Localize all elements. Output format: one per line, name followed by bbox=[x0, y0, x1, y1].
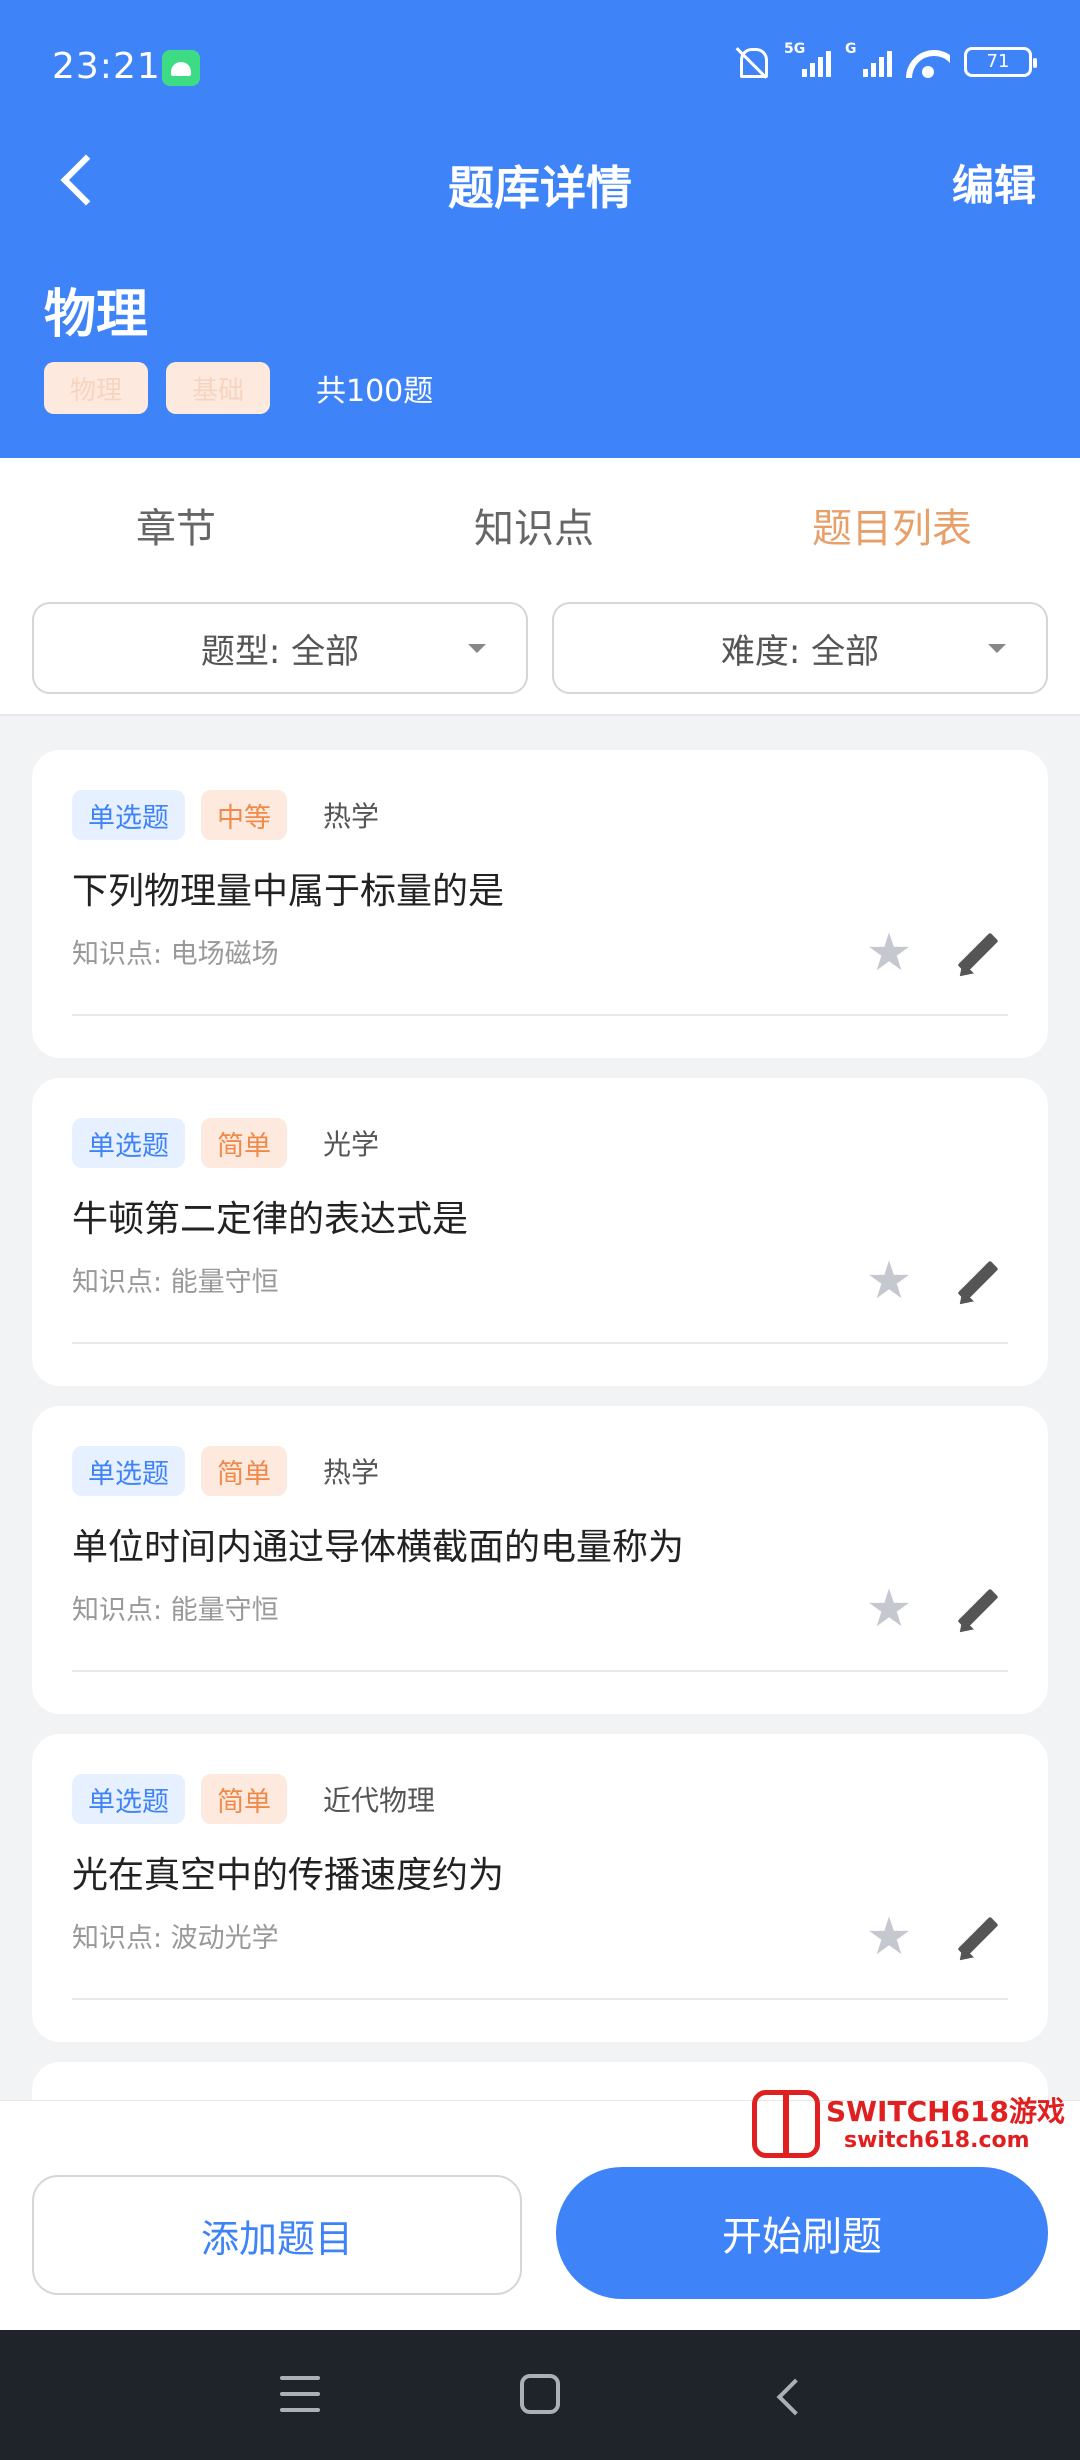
knowledge-point: 知识点: 电场磁场 bbox=[72, 939, 279, 970]
type-badge: 单选题 bbox=[72, 1774, 185, 1824]
question-text: 牛顿第二定律的表达式是 bbox=[72, 1199, 469, 1240]
question-card[interactable]: 单选题 简单 近代物理 光在真空中的传播速度约为 知识点: 波动光学 ★ bbox=[32, 1734, 1048, 2042]
nav-row: 题库详情 编辑 bbox=[0, 130, 1080, 226]
switch-logo-icon bbox=[752, 2090, 820, 2158]
caret-down-icon bbox=[988, 644, 1006, 653]
bank-tags: 物理 基础 共100题 bbox=[44, 362, 433, 414]
edit-pencil-icon[interactable] bbox=[952, 1914, 1002, 1964]
add-question-button[interactable]: 添加题目 bbox=[32, 2175, 522, 2295]
question-list: 单选题 中等 热学 下列物理量中属于标量的是 知识点: 电场磁场 ★ 单选题 简… bbox=[0, 718, 1080, 2100]
bank-tag: 物理 bbox=[44, 362, 148, 414]
bank-title: 物理 bbox=[44, 285, 149, 345]
question-text: 单位时间内通过导体横截面的电量称为 bbox=[72, 1527, 685, 1568]
edit-button[interactable]: 编辑 bbox=[952, 152, 1036, 213]
tab-question-list[interactable]: 题目列表 bbox=[812, 496, 972, 554]
subject-label: 热学 bbox=[323, 800, 380, 833]
header: 23:21 5G G 71 题库详情 编辑 物理 物理 基础 共100题 bbox=[0, 0, 1080, 458]
system-nav-bar bbox=[0, 2330, 1080, 2460]
question-tags: 单选题 简单 近代物理 bbox=[72, 1774, 435, 1824]
subject-label: 光学 bbox=[323, 1128, 380, 1161]
tab-chapters[interactable]: 章节 bbox=[136, 496, 216, 554]
android-icon bbox=[162, 50, 200, 86]
bell-off-icon bbox=[734, 44, 770, 80]
tab-knowledge-points[interactable]: 知识点 bbox=[474, 496, 594, 554]
star-icon[interactable]: ★ bbox=[864, 927, 914, 979]
edit-pencil-icon[interactable] bbox=[952, 930, 1002, 980]
question-card[interactable]: 单选题 简单 热学 单位时间内通过导体横截面的电量称为 知识点: 能量守恒 ★ bbox=[32, 1406, 1048, 1714]
question-tags: 单选题 简单 热学 bbox=[72, 1446, 379, 1496]
type-badge: 单选题 bbox=[72, 790, 185, 840]
question-text: 光在真空中的传播速度约为 bbox=[72, 1855, 505, 1896]
star-icon[interactable]: ★ bbox=[864, 1583, 914, 1635]
signal-5g-label: 5G bbox=[784, 41, 806, 57]
bank-tag: 基础 bbox=[166, 362, 270, 414]
difficulty-badge: 简单 bbox=[201, 1446, 287, 1496]
difficulty-badge: 简单 bbox=[201, 1118, 287, 1168]
type-filter-label: 题型: 全部 bbox=[200, 631, 360, 672]
difficulty-badge: 中等 bbox=[201, 790, 287, 840]
signal-g-icon: G bbox=[845, 41, 892, 77]
type-badge: 单选题 bbox=[72, 1118, 185, 1168]
difficulty-filter-label: 难度: 全部 bbox=[720, 631, 880, 672]
status-icons: 5G G 71 bbox=[734, 41, 1037, 80]
question-text: 下列物理量中属于标量的是 bbox=[72, 871, 505, 912]
wifi-icon bbox=[906, 46, 950, 78]
question-card[interactable]: 单选题 简单 光学 牛顿第二定律的表达式是 知识点: 能量守恒 ★ bbox=[32, 1078, 1048, 1386]
menu-icon[interactable] bbox=[280, 2376, 320, 2412]
question-count: 共100题 bbox=[316, 374, 434, 409]
watermark: SWITCH618游戏 switch618.com bbox=[752, 2090, 1065, 2160]
subject-label: 热学 bbox=[323, 1456, 380, 1489]
watermark-title: SWITCH618游戏 bbox=[826, 2095, 1065, 2128]
edit-pencil-icon[interactable] bbox=[952, 1258, 1002, 1308]
type-filter-dropdown[interactable]: 题型: 全部 bbox=[32, 602, 528, 694]
watermark-url: switch618.com bbox=[844, 2128, 1030, 2153]
status-time: 23:21 bbox=[52, 46, 161, 87]
divider bbox=[72, 1342, 1008, 1344]
home-icon[interactable] bbox=[520, 2374, 560, 2414]
status-bar: 23:21 5G G 71 bbox=[0, 0, 1080, 130]
edit-pencil-icon[interactable] bbox=[952, 1586, 1002, 1636]
question-tags: 单选题 简单 光学 bbox=[72, 1118, 379, 1168]
signal-5g-icon: 5G bbox=[784, 41, 831, 77]
battery-icon: 71 bbox=[964, 47, 1037, 77]
knowledge-point: 知识点: 能量守恒 bbox=[72, 1267, 279, 1298]
knowledge-point: 知识点: 能量守恒 bbox=[72, 1595, 279, 1626]
difficulty-badge: 简单 bbox=[201, 1774, 287, 1824]
tabs-area: 章节 知识点 题目列表 题型: 全部 难度: 全部 bbox=[0, 458, 1080, 716]
type-badge: 单选题 bbox=[72, 1446, 185, 1496]
caret-down-icon bbox=[468, 644, 486, 653]
star-icon[interactable]: ★ bbox=[864, 1255, 914, 1307]
page-title: 题库详情 bbox=[448, 161, 632, 215]
question-tags: 单选题 中等 热学 bbox=[72, 790, 379, 840]
star-icon[interactable]: ★ bbox=[864, 1911, 914, 1963]
system-back-icon[interactable] bbox=[770, 2376, 810, 2416]
signal-g-label: G bbox=[845, 41, 857, 57]
difficulty-filter-dropdown[interactable]: 难度: 全部 bbox=[552, 602, 1048, 694]
knowledge-point: 知识点: 波动光学 bbox=[72, 1923, 279, 1954]
subject-label: 近代物理 bbox=[323, 1784, 436, 1817]
divider bbox=[72, 1998, 1008, 2000]
start-practice-button[interactable]: 开始刷题 bbox=[556, 2167, 1048, 2299]
question-card[interactable]: 单选题 中等 热学 下列物理量中属于标量的是 知识点: 电场磁场 ★ bbox=[32, 750, 1048, 1058]
divider bbox=[72, 1014, 1008, 1016]
divider bbox=[72, 1670, 1008, 1672]
